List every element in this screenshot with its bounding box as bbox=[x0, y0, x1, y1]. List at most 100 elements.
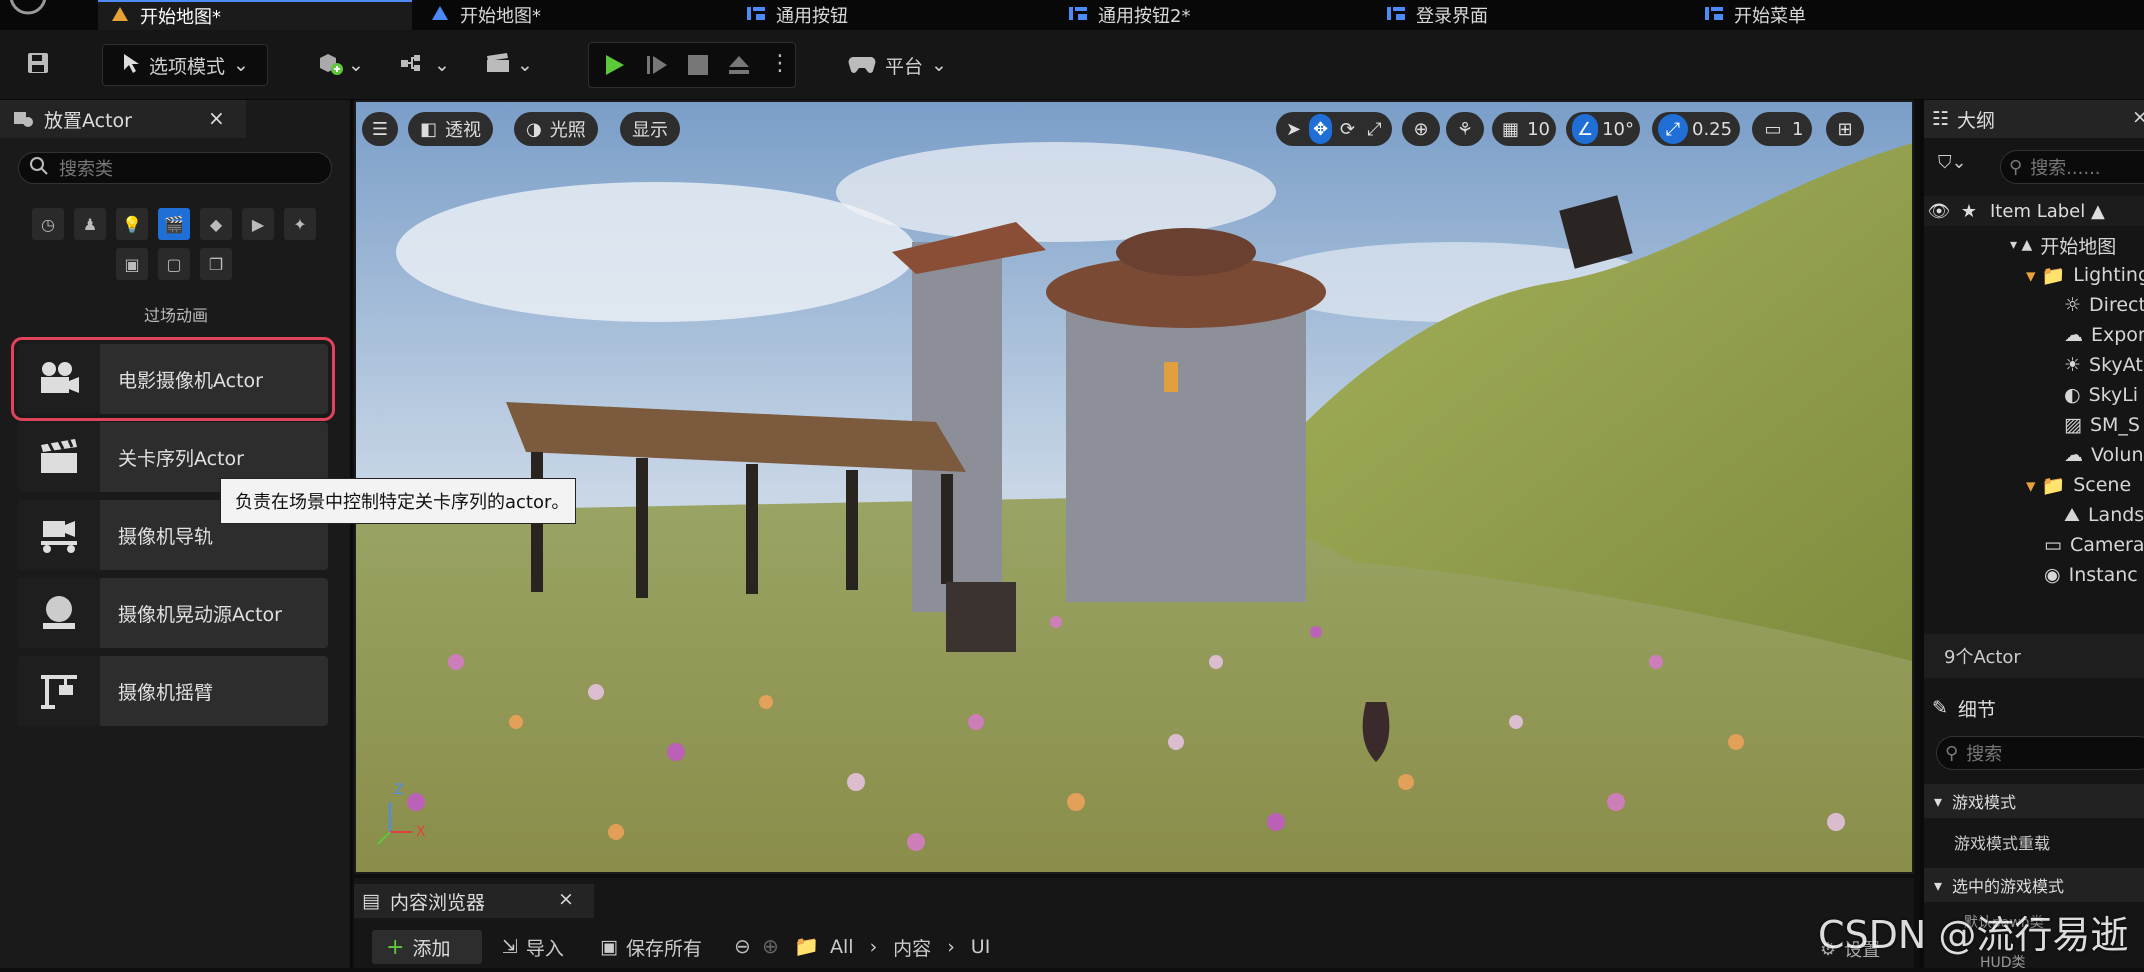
rotation-snap-control[interactable]: ∠ 10° bbox=[1566, 112, 1640, 146]
breadcrumb-item[interactable]: UI bbox=[971, 936, 991, 958]
landscape-icon: ⛰ bbox=[2064, 504, 2080, 526]
cube-icon: ◧ bbox=[420, 118, 438, 140]
cinematics-button[interactable]: ⌄ bbox=[480, 44, 538, 86]
tree-item-level[interactable]: ▾ ▲ 开始地图 bbox=[1924, 230, 2144, 260]
plus-icon: + bbox=[386, 934, 405, 960]
close-icon[interactable]: × bbox=[208, 106, 225, 130]
tree-item-actor[interactable]: ☼ Direct bbox=[1924, 290, 2144, 320]
move-tool-icon[interactable]: ✥ bbox=[1309, 114, 1332, 144]
basic-category-icon[interactable]: ♟ bbox=[74, 208, 106, 240]
effects-category-icon[interactable]: ✦ bbox=[284, 208, 316, 240]
add-actor-button[interactable]: ⌄ bbox=[312, 44, 368, 86]
select-tool-icon[interactable]: ➤ bbox=[1282, 114, 1305, 144]
breadcrumb-item[interactable]: 内容 bbox=[893, 934, 931, 961]
tree-item-actor[interactable]: ◐ SkyLi bbox=[1924, 380, 2144, 410]
cinematic-category-icon[interactable]: 🎬 bbox=[158, 208, 190, 240]
close-icon[interactable]: × bbox=[558, 888, 574, 910]
all-classes-category-icon[interactable]: ▢ bbox=[158, 248, 190, 280]
cube-add-icon bbox=[316, 50, 344, 81]
tree-item-actor[interactable]: ▨ SM_S bbox=[1924, 410, 2144, 440]
tab-start-menu[interactable]: 开始菜单 bbox=[1698, 0, 1998, 30]
rotate-tool-icon[interactable]: ⟳ bbox=[1336, 114, 1359, 144]
place-actor-icon bbox=[12, 106, 34, 133]
close-icon[interactable]: × bbox=[2132, 106, 2144, 128]
tree-item-actor[interactable]: ☁ Volun bbox=[1924, 440, 2144, 470]
tree-item-actor[interactable]: ☀ SkyAt bbox=[1924, 350, 2144, 380]
add-button[interactable]: + 添加 bbox=[372, 930, 482, 964]
play-options-icon[interactable]: ⋮ bbox=[769, 51, 791, 76]
layout-button[interactable]: ⊞ bbox=[1826, 112, 1864, 146]
history-back-button[interactable]: ⊖ bbox=[734, 934, 751, 958]
play-icon[interactable] bbox=[603, 53, 627, 81]
outliner-tab[interactable]: ☷ 大纲 × bbox=[1924, 100, 2144, 138]
volumes-category-icon[interactable]: ▶ bbox=[242, 208, 274, 240]
document-tab-bar: 开始地图* 开始地图* 通用按钮 通用按钮2* 登录界面 开始菜单 bbox=[0, 0, 2144, 30]
viewport-menu-button[interactable]: ☰ bbox=[362, 112, 398, 146]
tab-start-map[interactable]: 开始地图* bbox=[418, 0, 718, 30]
tree-item-actor[interactable]: ◉ Instanc bbox=[1924, 560, 2144, 590]
details-search-input[interactable]: ⚲ 搜索 bbox=[1936, 736, 2144, 770]
widget-blueprint-icon bbox=[1386, 4, 1406, 27]
camera-speed-control[interactable]: ▭ 1 bbox=[1752, 112, 1812, 146]
outliner-icon: ☷ bbox=[1932, 108, 1950, 130]
list-item-camera-crane[interactable]: 摄像机摇臂 bbox=[18, 656, 328, 726]
widget-blueprint-icon bbox=[746, 4, 766, 27]
surface-snap-toggle[interactable]: ⚘ bbox=[1446, 112, 1484, 146]
scale-snap-control[interactable]: ⤢ 0.25 bbox=[1652, 112, 1740, 146]
tab-common-button-2[interactable]: 通用按钮2* bbox=[1062, 0, 1362, 30]
stop-icon[interactable] bbox=[687, 54, 709, 80]
blueprint-button[interactable]: ⌄ bbox=[396, 44, 454, 86]
outliner-filter-button[interactable]: ⛉⌄ bbox=[1938, 152, 1986, 182]
list-item-cine-camera-actor[interactable]: 电影摄像机Actor bbox=[11, 337, 335, 421]
tree-item-actor[interactable]: ⛰ Lands bbox=[1924, 500, 2144, 530]
main-toolbar: 选项模式 ⌄ ⌄ ⌄ ⌄ ⋮ 平台 ⌄ bbox=[0, 30, 2144, 100]
advance-frame-icon[interactable] bbox=[645, 53, 669, 81]
scale-snap-icon: ⤢ bbox=[1658, 114, 1688, 144]
level-viewport[interactable]: Z X ☰ ◧ 透视 ◑ 光照 显示 ➤ ✥ ⟳ ⤢ ⊕ ⚘ ▦ 10 ∠ 10… bbox=[354, 100, 1914, 874]
scale-tool-icon[interactable]: ⤢ bbox=[1363, 114, 1386, 144]
star-icon[interactable]: ★ bbox=[1954, 201, 1984, 222]
placeable-category-icon[interactable]: ❐ bbox=[200, 248, 232, 280]
level-icon bbox=[110, 5, 130, 28]
tooltip: 负责在场景中控制特定关卡序列的actor。 bbox=[220, 478, 576, 524]
lights-category-icon[interactable]: 💡 bbox=[116, 208, 148, 240]
grid-icon: ▦ bbox=[1502, 118, 1520, 140]
history-forward-button[interactable]: ⊕ bbox=[762, 934, 779, 958]
shapes-category-icon[interactable]: ▣ bbox=[116, 248, 148, 280]
perspective-button[interactable]: ◧ 透视 bbox=[408, 112, 494, 146]
tab-start-map-active[interactable]: 开始地图* bbox=[98, 0, 412, 30]
save-button[interactable] bbox=[18, 44, 58, 86]
tree-item-folder[interactable]: ▾ 📁 Scene bbox=[1924, 470, 2144, 500]
tab-common-button[interactable]: 通用按钮 bbox=[740, 0, 1040, 30]
tree-item-actor[interactable]: ☁ Expon bbox=[1924, 320, 2144, 350]
grid-snap-control[interactable]: ▦ 10 bbox=[1492, 112, 1556, 146]
platform-dropdown[interactable]: 平台 ⌄ bbox=[842, 44, 952, 86]
unreal-logo-icon[interactable] bbox=[8, 0, 48, 16]
recent-category-icon[interactable]: ◷ bbox=[32, 208, 64, 240]
lit-button[interactable]: ◑ 光照 bbox=[514, 112, 598, 146]
sky-light-icon: ◐ bbox=[2064, 384, 2081, 406]
breadcrumb-item[interactable]: All bbox=[830, 936, 854, 958]
details-tab[interactable]: ✎ 细节 bbox=[1924, 690, 2144, 726]
tab-login-screen[interactable]: 登录界面 bbox=[1380, 0, 1680, 30]
class-search-input[interactable]: 搜索类 bbox=[18, 152, 332, 184]
tree-item-folder[interactable]: ▾ 📁 Lighting bbox=[1924, 260, 2144, 290]
content-browser-tab[interactable]: ▤ 内容浏览器 × bbox=[354, 884, 594, 918]
list-item-camera-shake-source-actor[interactable]: 摄像机晃动源Actor bbox=[18, 578, 328, 648]
mode-select-dropdown[interactable]: 选项模式 ⌄ bbox=[102, 44, 268, 86]
section-header-game-mode[interactable]: ▾ 游戏模式 bbox=[1924, 784, 2144, 818]
save-all-button[interactable]: ▣ 保存所有 bbox=[600, 930, 702, 964]
place-actors-tab[interactable]: 放置Actor × bbox=[0, 100, 246, 138]
import-button[interactable]: ⇲ 导入 bbox=[502, 930, 564, 964]
chevron-down-icon: ⌄ bbox=[233, 54, 249, 76]
level-icon: ▾ ▲ bbox=[2010, 237, 2033, 253]
visibility-eye-icon[interactable]: 👁 bbox=[1924, 201, 1954, 222]
outliner-search-input[interactable]: ⚲ 搜索...... bbox=[2000, 150, 2144, 184]
world-local-toggle[interactable]: ⊕ bbox=[1402, 112, 1440, 146]
visual-effects-category-icon[interactable]: ◆ bbox=[200, 208, 232, 240]
camera-icon: ▭ bbox=[2044, 534, 2062, 556]
eject-icon[interactable] bbox=[727, 53, 751, 81]
tree-item-actor[interactable]: ▭ Camera bbox=[1924, 530, 2144, 560]
show-button[interactable]: 显示 bbox=[620, 112, 680, 146]
section-header-selected-game-mode[interactable]: ▾ 选中的游戏模式 bbox=[1924, 868, 2144, 902]
